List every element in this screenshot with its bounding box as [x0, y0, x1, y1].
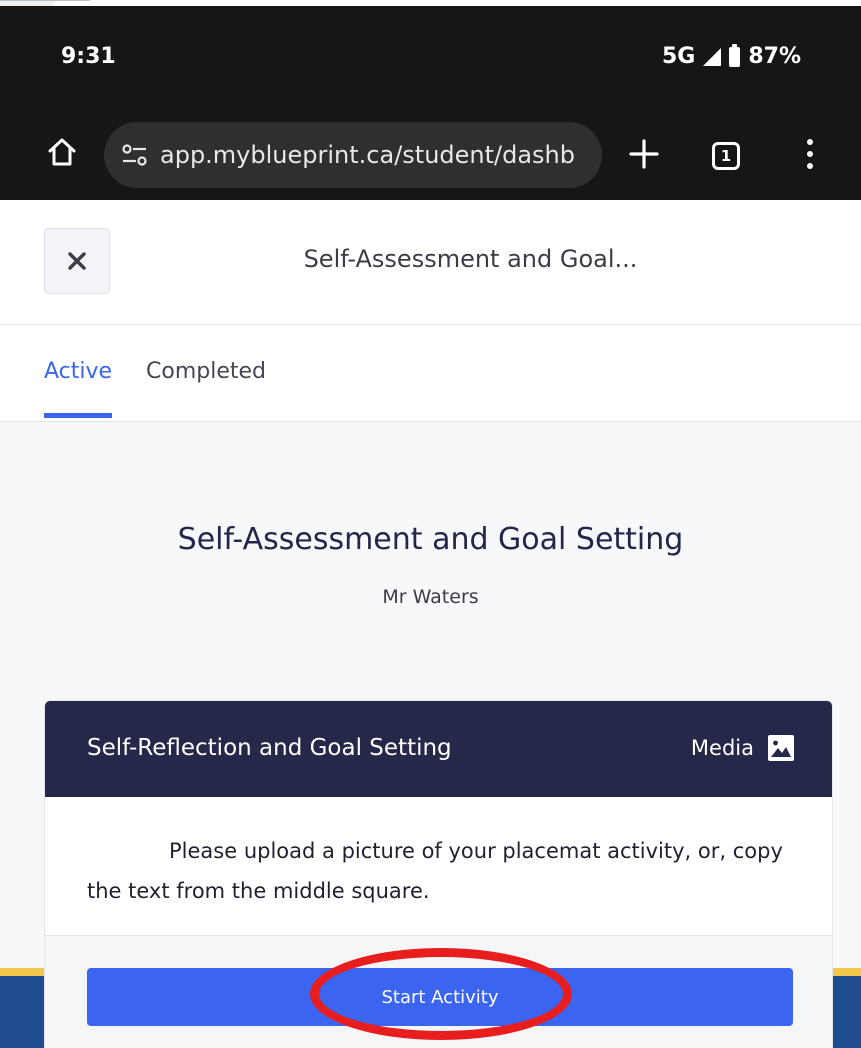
tab-active[interactable]: Active — [44, 359, 112, 384]
activity-card-header: Self-Reflection and Goal Setting Media — [45, 701, 832, 797]
status-time: 9:31 — [61, 44, 116, 69]
address-bar[interactable]: app.myblueprint.ca/student/dashb — [104, 122, 602, 188]
battery-icon — [729, 43, 741, 67]
tab-count: 1 — [720, 147, 732, 165]
activity-type: Media — [691, 735, 794, 761]
top-edge-line — [0, 0, 90, 1]
activity-instructions: Please upload a picture of your placemat… — [87, 839, 783, 903]
activity-card: Self-Reflection and Goal Setting Media P… — [44, 700, 833, 1048]
browser-chrome: 9:31 5G 87% app.myblueprint.ca/student/d… — [0, 6, 861, 200]
activity-card-body: Please upload a picture of your placemat… — [45, 797, 832, 936]
activity-card-footer: Start Activity — [45, 936, 832, 1048]
site-settings-icon[interactable] — [120, 142, 150, 168]
home-icon[interactable] — [46, 136, 78, 168]
more-menu-icon[interactable] — [805, 139, 815, 173]
app-header: Self-Assessment and Goal... — [0, 200, 861, 325]
assessment-title: Self-Assessment and Goal Setting — [177, 522, 684, 557]
tab-completed[interactable]: Completed — [146, 359, 266, 384]
teacher-name: Mr Waters — [382, 586, 479, 608]
background-slide-right — [833, 976, 861, 1048]
url-text[interactable]: app.myblueprint.ca/student/dashb — [160, 141, 600, 169]
activity-type-label: Media — [690, 736, 754, 760]
new-tab-icon[interactable] — [627, 137, 661, 171]
battery-percent: 87% — [748, 44, 801, 69]
background-slide-left — [0, 976, 44, 1048]
background-slide-accent-right — [833, 968, 861, 976]
image-icon — [768, 735, 794, 761]
close-button[interactable] — [44, 228, 110, 294]
active-tab-indicator — [44, 413, 112, 418]
screenshot: 9:31 5G 87% app.myblueprint.ca/student/d… — [0, 0, 861, 1048]
tabs-icon[interactable]: 1 — [712, 142, 740, 170]
signal-icon — [703, 47, 722, 66]
background-slide-accent-left — [0, 968, 44, 976]
status-indicators: 5G 87% — [661, 43, 801, 69]
tab-bar: Active Completed — [0, 325, 861, 422]
close-icon — [68, 252, 86, 270]
page-title: Self-Assessment and Goal... — [303, 245, 638, 273]
activity-title: Self-Reflection and Goal Setting — [87, 735, 452, 761]
network-label: 5G — [661, 44, 696, 69]
main-content: Self-Assessment and Goal Setting Mr Wate… — [0, 422, 861, 1048]
start-activity-button[interactable]: Start Activity — [87, 968, 793, 1026]
